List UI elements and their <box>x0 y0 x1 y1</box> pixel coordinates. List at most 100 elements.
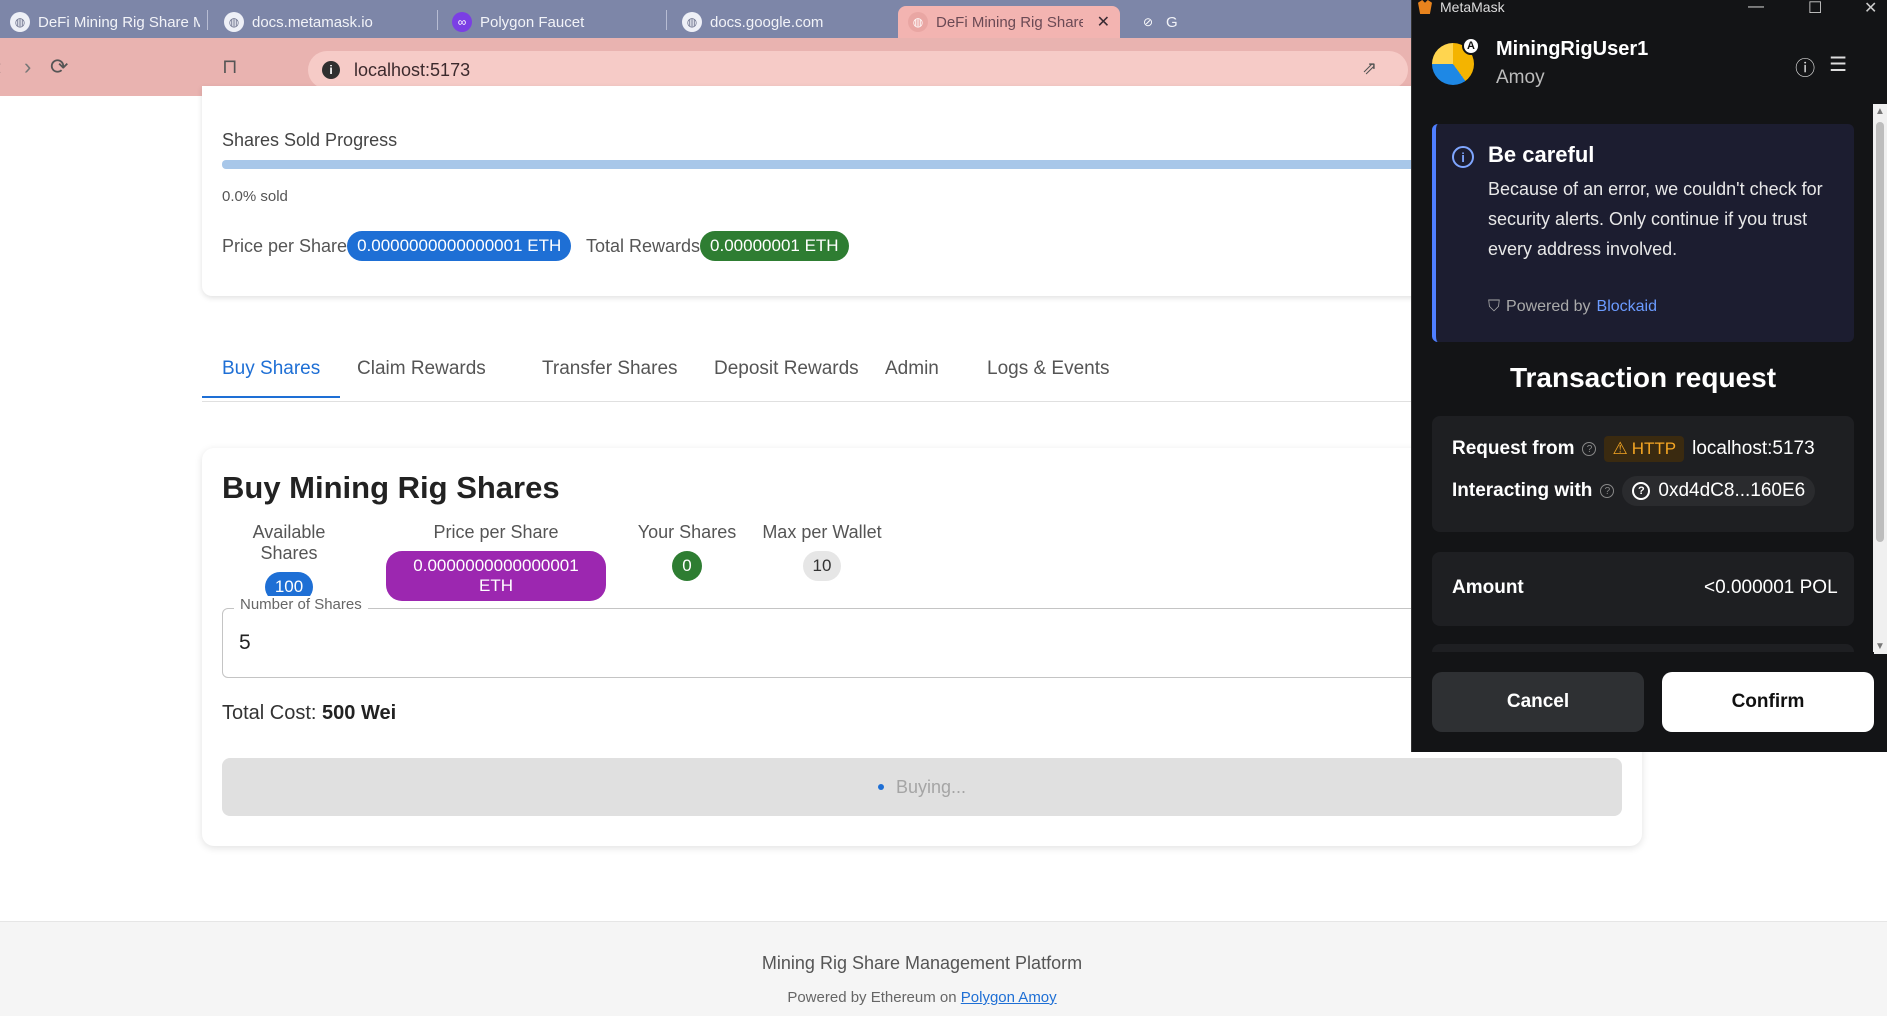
amount-label: Amount <box>1452 577 1524 598</box>
price-per-share-chip: 0.0000000000000001 ETH <box>347 231 572 261</box>
sold-percent-text: 0.0% sold <box>222 188 288 205</box>
scrollbar[interactable]: ▲ ▼ <box>1873 104 1887 654</box>
total-rewards-label: Total Rewards <box>586 235 701 256</box>
shield-check-icon: ⛉ <box>1488 298 1501 315</box>
blockaid-link[interactable]: Blockaid <box>1597 298 1657 316</box>
reload-icon[interactable]: ⟳ <box>50 54 68 80</box>
footer-title: Mining Rig Share Management Platform <box>761 953 1083 973</box>
url-text: localhost:5173 <box>354 59 471 80</box>
total-rewards-stat: Total Rewards 0.00000001 ETH <box>586 231 849 261</box>
contract-address: 0xd4dC8...160E6 <box>1658 480 1806 501</box>
help-icon[interactable]: ? <box>1600 484 1615 498</box>
link-icon: ⊘ <box>1142 15 1154 29</box>
tab-admin[interactable]: Admin <box>865 358 959 396</box>
help-icon[interactable]: ? <box>1582 442 1597 456</box>
tab-claim-rewards[interactable]: Claim Rewards <box>337 358 506 396</box>
number-of-shares-value: 5 <box>239 631 251 654</box>
polygon-icon: ∞ <box>452 12 472 32</box>
max-per-wallet-label: Max per Wallet <box>762 522 882 542</box>
polygon-amoy-link[interactable]: Polygon Amoy <box>961 989 1057 1006</box>
browser-tab-title: G <box>1166 13 1178 31</box>
globe-icon: ◍ <box>908 12 928 32</box>
tab-separator <box>437 10 438 30</box>
price-per-share-col-chip: 0.0000000000000001 ETH <box>386 551 606 601</box>
back-icon[interactable]: ‹ <box>0 54 1 80</box>
price-per-share-label: Price per Share <box>222 235 348 256</box>
http-tag-text: HTTP <box>1631 439 1677 458</box>
transaction-title: Transaction request <box>1509 362 1777 393</box>
globe-icon: ◍ <box>10 12 30 32</box>
browser-tab[interactable]: ◍ docs.metamask.io <box>214 6 434 38</box>
tab-transfer-shares[interactable]: Transfer Shares <box>522 358 698 396</box>
browser-tab-title: DeFi Mining Rig Share Man <box>936 13 1083 31</box>
bookmark-icon[interactable]: ⊓ <box>222 54 238 79</box>
warning-icon: ⚠ <box>1612 439 1628 458</box>
share-icon[interactable]: ⇗ <box>1362 58 1377 79</box>
browser-tab-title: DeFi Mining Rig Share Managem <box>38 13 200 31</box>
buy-button-label: Buying... <box>895 776 967 797</box>
footer-powered-prefix: Powered by Ethereum on <box>787 989 957 1006</box>
interacting-with-row: Interacting with ? ? 0xd4dC8...160E6 <box>1452 476 1816 506</box>
browser-tab[interactable]: ∞ Polygon Faucet <box>442 6 662 38</box>
browser-tab[interactable]: ⊘ G <box>1128 6 1188 38</box>
header-actions: ⓘ ☰ <box>1795 52 1847 81</box>
globe-icon: ◍ <box>224 12 244 32</box>
url-field[interactable]: i localhost:5173 <box>308 51 1408 89</box>
browser-tab[interactable]: ◍ DeFi Mining Rig Share Managem <box>0 6 200 38</box>
metamask-window-title: MetaMask <box>1440 0 1505 15</box>
footer-powered-by: Powered by Ethereum on Polygon Amoy <box>0 989 1844 1006</box>
network-name: Amoy <box>1496 67 1545 88</box>
alert-powered-by: ⛉ Powered by Blockaid <box>1488 298 1657 316</box>
tab-deposit-rewards[interactable]: Deposit Rewards <box>694 358 879 396</box>
your-shares-stat: Your Shares 0 <box>635 522 739 581</box>
settings-sliders-icon[interactable]: ☰ <box>1829 52 1847 81</box>
close-tab-icon[interactable]: ✕ <box>1097 12 1110 32</box>
tab-buy-shares[interactable]: Buy Shares <box>202 358 341 398</box>
close-window-icon[interactable]: ✕ <box>1864 0 1877 18</box>
total-cost: Total Cost: 500 Wei <box>222 702 396 725</box>
amount-value: <0.000001 POL <box>1704 577 1838 598</box>
price-per-share-col-label: Price per Share <box>433 522 559 542</box>
tab-separator <box>666 10 667 30</box>
total-cost-label: Total Cost: <box>222 702 317 724</box>
account-badge: A <box>1462 36 1480 55</box>
total-rewards-chip: 0.00000001 ETH <box>700 231 849 261</box>
account-name: MiningRigUser1 <box>1496 38 1649 60</box>
max-per-wallet-stat: Max per Wallet 10 <box>762 522 882 581</box>
alert-body: Because of an error, we couldn't check f… <box>1488 179 1823 259</box>
request-origin: localhost:5173 <box>1692 438 1815 459</box>
unknown-contract-icon: ? <box>1632 482 1651 500</box>
number-of-shares-label: Number of Shares <box>234 596 368 613</box>
metamask-fox-icon <box>1418 0 1432 14</box>
your-shares-label: Your Shares <box>637 522 737 542</box>
confirm-button[interactable]: Confirm <box>1662 672 1874 732</box>
contract-address-pill[interactable]: ? 0xd4dC8...160E6 <box>1622 476 1816 506</box>
request-details-box <box>1432 416 1854 532</box>
account-header: A MiningRigUser1 Amoy <box>1432 36 1649 89</box>
maximize-icon[interactable]: ☐ <box>1808 0 1822 18</box>
info-circle-icon: i <box>1452 146 1474 168</box>
alert-title: Be careful <box>1488 142 1595 167</box>
metamask-footer: Cancel Confirm <box>1412 652 1874 752</box>
your-shares-chip: 0 <box>672 551 702 581</box>
site-info-icon[interactable]: i <box>322 61 340 79</box>
tab-logs-events[interactable]: Logs & Events <box>967 358 1130 396</box>
progress-label: Shares Sold Progress <box>222 130 398 150</box>
scrollbar-thumb[interactable] <box>1876 122 1884 542</box>
browser-tab-active[interactable]: ◍ DeFi Mining Rig Share Man ✕ <box>898 6 1120 38</box>
loading-spinner-icon <box>877 784 884 790</box>
browser-tab-title: docs.metamask.io <box>252 13 373 31</box>
minimize-icon[interactable]: — <box>1748 0 1764 16</box>
browser-tab[interactable]: ◍ docs.google.com <box>672 6 892 38</box>
security-alert: i Be careful Because of an error, we cou… <box>1432 124 1854 342</box>
buy-card-title: Buy Mining Rig Shares <box>222 470 560 505</box>
scroll-up-icon[interactable]: ▲ <box>1875 106 1885 117</box>
scroll-down-icon[interactable]: ▼ <box>1875 641 1885 652</box>
forward-icon[interactable]: › <box>24 54 31 80</box>
metamask-popup: MetaMask — ☐ ✕ A MiningRigUser1 Amoy ⓘ ☰… <box>1411 0 1887 752</box>
buy-button[interactable]: Buying... <box>222 758 1622 816</box>
request-from-row: Request from ? ⚠ HTTP localhost:5173 <box>1452 436 1815 462</box>
cancel-button[interactable]: Cancel <box>1432 672 1644 732</box>
account-avatar[interactable]: A <box>1432 36 1480 85</box>
info-icon[interactable]: ⓘ <box>1795 52 1815 81</box>
